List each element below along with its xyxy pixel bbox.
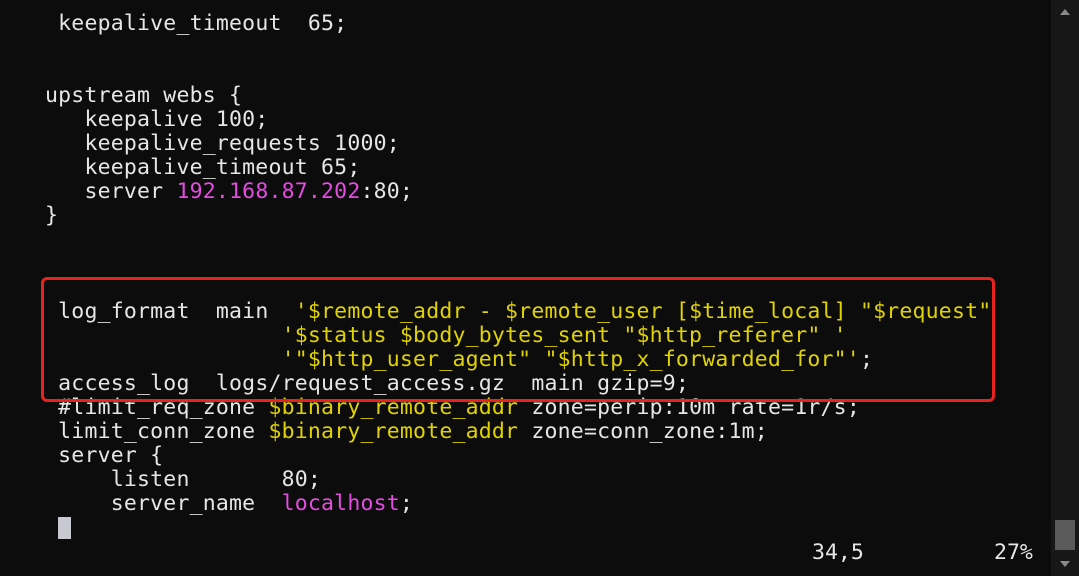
code-token: keepalive_timeout 65; bbox=[58, 11, 348, 36]
code-token: } bbox=[45, 203, 59, 228]
code-token: '"$http_user_agent" "$http_x_forwarded_f… bbox=[281, 347, 860, 372]
code-token: '$status $body_bytes_sent "$http_referer… bbox=[281, 323, 847, 348]
code-token: server_name bbox=[110, 491, 282, 516]
code-token: localhost bbox=[281, 491, 400, 516]
code-token: upstream webs { bbox=[45, 83, 243, 108]
code-token: keepalive 100; bbox=[84, 107, 269, 132]
code-line: '"$http_user_agent" "$http_x_forwarded_f… bbox=[45, 348, 873, 372]
code-token: $binary_remote_addr bbox=[268, 419, 519, 444]
code-line: server { bbox=[45, 444, 163, 468]
code-token: listen 80; bbox=[110, 467, 322, 492]
code-token: :80; bbox=[360, 179, 414, 204]
code-line: listen 80; bbox=[45, 468, 321, 492]
code-token: server bbox=[84, 179, 177, 204]
code-token: keepalive_requests 1000; bbox=[84, 131, 400, 156]
code-token: limit_conn_zone bbox=[58, 419, 269, 444]
code-line: upstream webs { bbox=[45, 84, 242, 108]
code-token: #limit_req_zone bbox=[58, 395, 269, 420]
code-token: server { bbox=[58, 443, 164, 468]
code-token: 192.168.87.202 bbox=[176, 179, 361, 204]
code-token: $binary_remote_addr bbox=[268, 395, 519, 420]
scroll-percent-status: 27% bbox=[994, 540, 1033, 565]
code-line: #limit_req_zone $binary_remote_addr zone… bbox=[45, 396, 860, 420]
vertical-scrollbar[interactable] bbox=[1051, 0, 1079, 576]
cursor-position-status: 34,5 bbox=[812, 540, 864, 565]
code-token: log_format main bbox=[58, 299, 295, 324]
code-token: zone=perip:10m rate=1r/s; bbox=[518, 395, 860, 420]
code-line: keepalive_timeout 65; bbox=[45, 12, 347, 36]
scroll-down-arrow-icon[interactable] bbox=[1060, 561, 1070, 567]
code-line: keepalive_requests 1000; bbox=[45, 132, 400, 156]
code-token: zone=conn_zone:1m; bbox=[518, 419, 768, 444]
code-line: server_name localhost; bbox=[45, 492, 413, 516]
code-line: limit_conn_zone $binary_remote_addr zone… bbox=[45, 420, 768, 444]
code-line: } bbox=[45, 204, 58, 228]
code-token: keepalive_timeout 65; bbox=[84, 155, 361, 180]
code-line: keepalive 100; bbox=[45, 108, 268, 132]
text-cursor bbox=[58, 517, 71, 539]
code-line: server 192.168.87.202:80; bbox=[45, 180, 413, 204]
terminal-window[interactable]: keepalive_timeout 65; upstream webs { kee… bbox=[0, 0, 1051, 576]
code-line: keepalive_timeout 65; bbox=[45, 156, 360, 180]
code-token: ; bbox=[859, 347, 874, 372]
code-token: access_log logs/request_access.gz main g… bbox=[58, 371, 690, 396]
code-line: access_log logs/request_access.gz main g… bbox=[45, 372, 689, 396]
code-token: '$remote_addr - $remote_user [$time_loca… bbox=[294, 299, 992, 324]
code-token: ; bbox=[399, 491, 414, 516]
code-line: log_format main '$remote_addr - $remote_… bbox=[45, 300, 991, 324]
code-line: '$status $body_bytes_sent "$http_referer… bbox=[45, 324, 847, 348]
scroll-up-arrow-icon[interactable] bbox=[1060, 9, 1070, 15]
scrollbar-thumb[interactable] bbox=[1055, 520, 1075, 550]
